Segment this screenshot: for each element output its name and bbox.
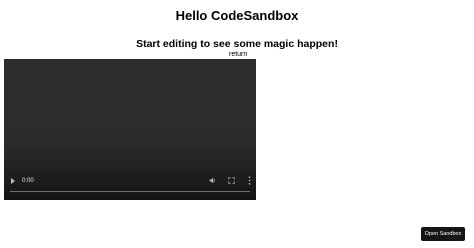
app-root: Hello CodeSandbox Start editing to see s… xyxy=(0,0,474,51)
more-options-icon[interactable] xyxy=(248,176,251,185)
open-sandbox-button[interactable]: Open Sandbox xyxy=(421,227,465,241)
video-player[interactable]: 0:00 xyxy=(4,59,256,200)
return-button[interactable]: return xyxy=(229,51,247,59)
page-title: Hello CodeSandbox xyxy=(175,8,299,23)
play-icon[interactable] xyxy=(11,178,15,184)
video-controls: 0:00 xyxy=(4,170,256,200)
volume-icon[interactable] xyxy=(209,177,216,184)
fullscreen-icon[interactable] xyxy=(228,177,235,184)
current-time: 0:00 xyxy=(22,178,34,184)
page-subtitle: Start editing to see some magic happen! xyxy=(136,38,338,50)
progress-bar[interactable] xyxy=(10,191,250,192)
